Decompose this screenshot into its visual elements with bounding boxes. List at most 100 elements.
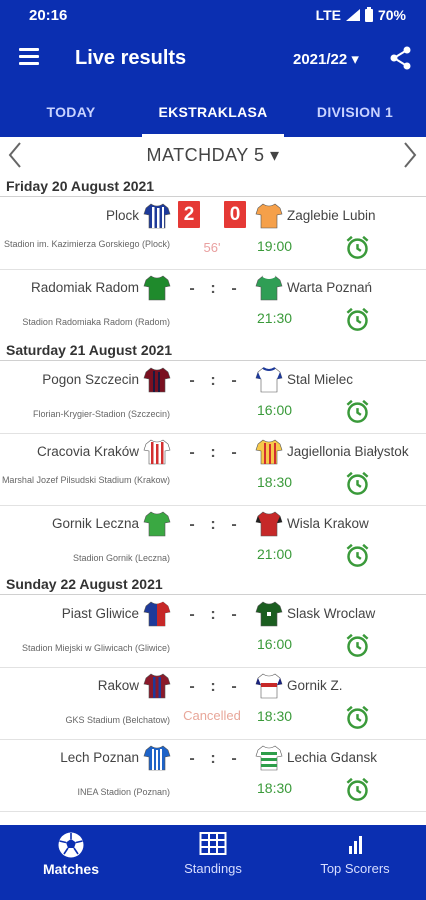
alarm-icon[interactable] — [344, 776, 371, 803]
away-team: Warta Poznań — [287, 280, 373, 295]
away-score: - — [231, 444, 237, 461]
kickoff-time: 18:30 — [257, 780, 293, 796]
alarm-icon[interactable] — [344, 632, 371, 659]
match-status: Cancelled — [183, 708, 241, 723]
away-score: 0 — [224, 201, 246, 228]
status-time: 20:16 — [29, 7, 68, 24]
app-title: Live results — [75, 47, 187, 69]
match-row[interactable]: Cracovia Kraków - : - Jagiellonia Białys… — [0, 434, 426, 506]
nav-standings[interactable]: Standings — [142, 825, 284, 900]
match-row[interactable]: Rakow - : - Gornik Z. GKS Stadium (Belch… — [0, 668, 426, 740]
match-row[interactable]: Piast Gliwice - : - Slask Wroclaw Stadio… — [0, 596, 426, 668]
nav-label: Matches — [42, 861, 100, 877]
home-score: - — [189, 678, 195, 695]
match-row[interactable]: Radomiak Radom - : - Warta Poznań Stadio… — [0, 270, 426, 342]
away-team: Gornik Z. — [287, 678, 343, 693]
bar-chart-icon — [349, 836, 362, 854]
home-score: - — [189, 444, 195, 461]
rakow-shirt-icon — [143, 673, 171, 699]
home-team: Radomiak Radom — [30, 280, 139, 295]
league-tabs: TODAY EKSTRAKLASA DIVISION 1 — [0, 88, 426, 137]
kickoff-time: 16:00 — [257, 636, 293, 652]
gornik-leczna-shirt-icon — [143, 511, 171, 537]
home-score: - — [189, 372, 195, 389]
menu-icon[interactable] — [19, 48, 39, 65]
tab-today[interactable]: TODAY — [0, 88, 142, 137]
score-separator: : — [210, 444, 216, 461]
signal-icon — [345, 9, 360, 21]
alarm-icon[interactable] — [344, 306, 371, 333]
away-team: Jagiellonia Białystok — [287, 444, 409, 459]
home-team: Cracovia Kraków — [36, 444, 139, 459]
match-row[interactable]: Gornik Leczna - : - Wisla Krakow Stadion… — [0, 506, 426, 578]
stadium: INEA Stadion (Poznan) — [77, 787, 170, 797]
match-row[interactable]: Lech Poznan - : - Lechia Gdansk INEA Sta… — [0, 740, 426, 812]
plock-shirt-icon — [143, 203, 171, 229]
alarm-icon[interactable] — [344, 542, 371, 569]
match-row[interactable]: Pogon Szczecin - : - Stal Mielec Florian… — [0, 362, 426, 434]
nav-top-scorers[interactable]: Top Scorers — [284, 825, 426, 900]
top-bar: 20:16 LTE 70% Live results 2021/22 ▾ TOD… — [0, 0, 426, 137]
soccer-ball-icon — [58, 832, 84, 858]
warta-shirt-icon — [255, 275, 283, 301]
away-score: - — [231, 516, 237, 533]
score-separator: : — [210, 678, 216, 695]
radomiak-shirt-icon — [143, 275, 171, 301]
alarm-icon[interactable] — [344, 704, 371, 731]
away-team: Wisla Krakow — [287, 516, 369, 531]
home-team: Pogon Szczecin — [42, 372, 139, 387]
home-team: Lech Poznan — [60, 750, 139, 765]
stadium: Stadion im. Kazimierza Gorskiego (Plock) — [3, 239, 170, 249]
away-team: Slask Wroclaw — [287, 606, 376, 621]
away-score: - — [231, 606, 237, 623]
alarm-icon[interactable] — [344, 398, 371, 425]
tab-ekstraklasa[interactable]: EKSTRAKLASA — [142, 88, 284, 137]
home-team: Gornik Leczna — [51, 516, 139, 531]
score-separator: : — [210, 750, 216, 767]
home-score: 2 — [178, 201, 200, 228]
battery-level: 70% — [377, 7, 406, 23]
score-separator: : — [210, 280, 216, 297]
home-team: Piast Gliwice — [61, 606, 139, 621]
next-matchday-icon[interactable] — [403, 141, 417, 169]
home-score: - — [189, 516, 195, 533]
home-score: - — [189, 280, 195, 297]
status-bar: 20:16 LTE 70% — [0, 0, 426, 30]
stadium: Marshal Jozef Pilsudski Stadium (Krakow) — [1, 475, 170, 485]
kickoff-time: 21:30 — [257, 310, 293, 326]
lechia-gdansk-shirt-icon — [255, 745, 283, 771]
home-team: Plock — [105, 208, 139, 223]
home-score: - — [189, 750, 195, 767]
alarm-icon[interactable] — [344, 234, 371, 261]
away-score: - — [231, 678, 237, 695]
pogon-shirt-icon — [143, 367, 171, 393]
day-header: Saturday 21 August 2021 — [0, 339, 426, 361]
home-score: - — [189, 606, 195, 623]
day-header: Friday 20 August 2021 — [0, 175, 426, 197]
nav-matches[interactable]: Matches — [0, 825, 142, 900]
stadium: Stadion Miejski w Gliwicach (Gliwice) — [21, 643, 170, 653]
slask-wroclaw-shirt-icon — [255, 601, 283, 627]
wisla-krakow-shirt-icon — [255, 511, 283, 537]
network-type: LTE — [315, 7, 341, 23]
season-selector[interactable]: 2021/22 ▾ — [293, 50, 359, 68]
kickoff-time: 19:00 — [257, 238, 293, 254]
alarm-icon[interactable] — [344, 470, 371, 497]
match-row[interactable]: Plock 2 0 Zaglebie Lubin Stadion im. Kaz… — [0, 198, 426, 270]
score-separator: : — [210, 516, 216, 533]
status-indicators: LTE 70% — [315, 6, 406, 23]
kickoff-time: 16:00 — [257, 402, 293, 418]
away-team: Stal Mielec — [287, 372, 354, 387]
away-score: - — [231, 750, 237, 767]
tab-division-1[interactable]: DIVISION 1 — [284, 88, 426, 137]
kickoff-time: 18:30 — [257, 708, 293, 724]
stadium: Stadion Gornik (Leczna) — [72, 553, 170, 563]
away-score: - — [231, 372, 237, 389]
share-icon[interactable] — [390, 46, 412, 70]
lech-poznan-shirt-icon — [143, 745, 171, 771]
jagiellonia-shirt-icon — [255, 439, 283, 465]
matchday-selector[interactable]: MATCHDAY 5 ▾ — [0, 145, 426, 166]
nav-label: Standings — [184, 861, 242, 876]
away-score: - — [231, 280, 237, 297]
kickoff-time: 18:30 — [257, 474, 293, 490]
